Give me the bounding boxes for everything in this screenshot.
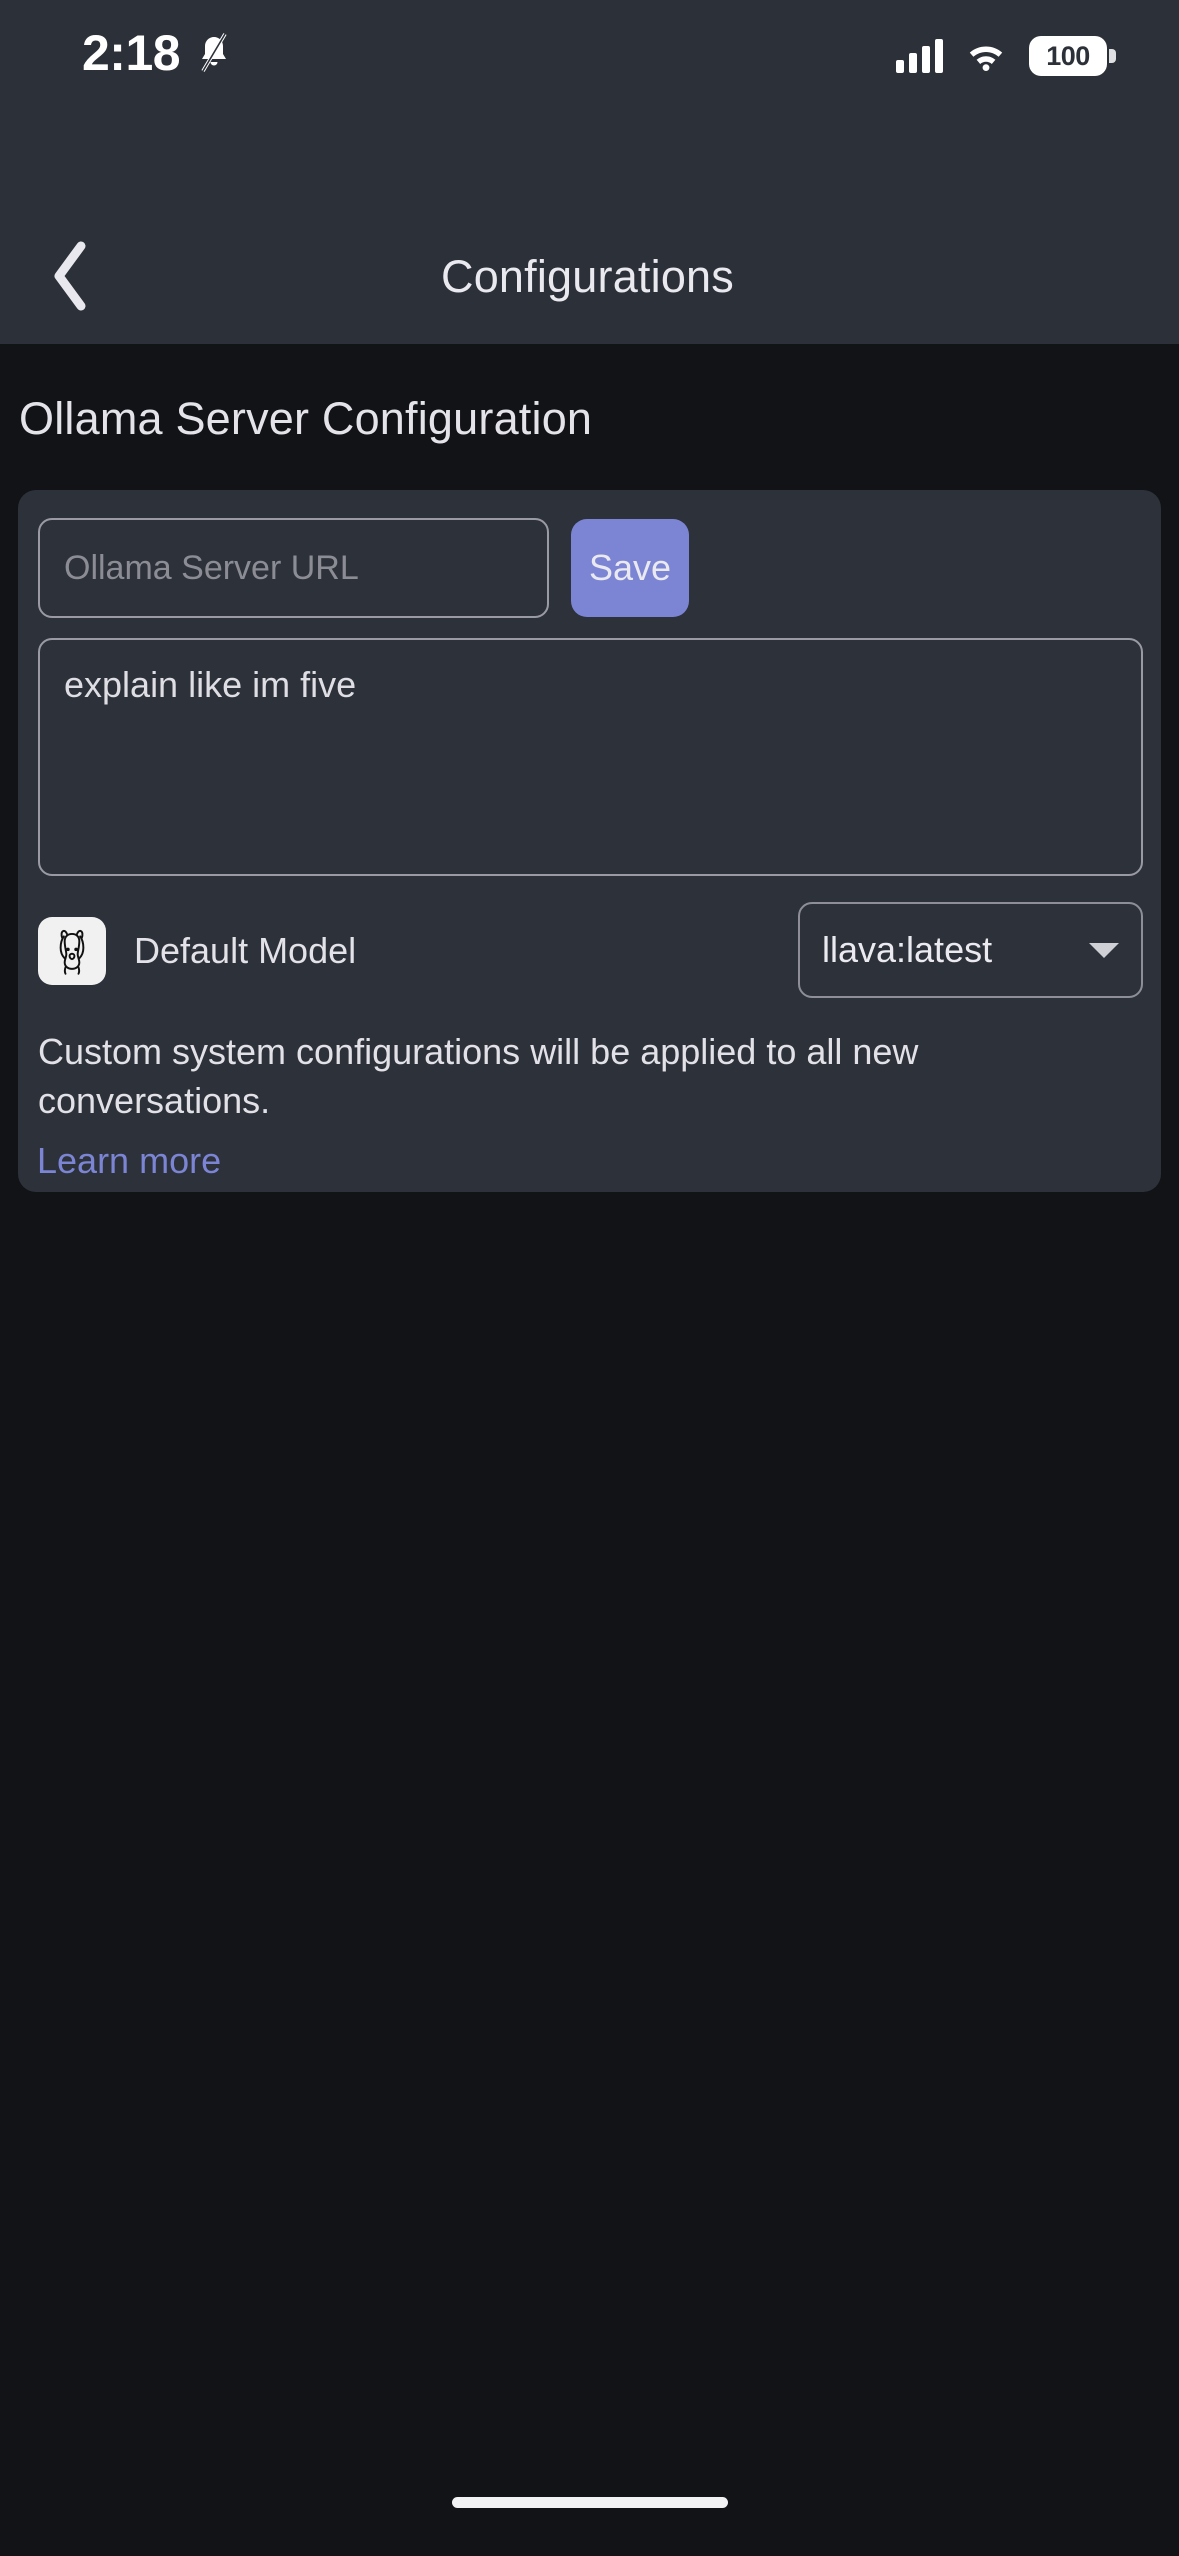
default-model-label: Default Model (134, 930, 357, 971)
cellular-signal-icon (896, 39, 943, 73)
section-title: Ollama Server Configuration (19, 393, 593, 444)
save-button[interactable]: Save (571, 519, 689, 617)
phone-screen: 2:18 100 Configurations Ollama Server Co… (0, 0, 1179, 2556)
chevron-down-icon (1089, 942, 1119, 958)
page-title: Configurations (441, 251, 734, 302)
bell-muted-icon (194, 31, 234, 75)
battery-indicator: 100 (1029, 36, 1116, 76)
default-model-value: llava:latest (822, 929, 993, 970)
learn-more-link[interactable]: Learn more (37, 1140, 221, 1182)
battery-level: 100 (1046, 40, 1090, 71)
system-prompt-textarea[interactable] (38, 638, 1143, 876)
default-model-row: Default Model llava:latest (38, 902, 1143, 1000)
server-config-card: Save (18, 490, 1161, 1192)
status-bar: 2:18 100 (0, 0, 1179, 210)
wifi-icon (969, 46, 1003, 71)
default-model-dropdown[interactable]: llava:latest (798, 902, 1143, 998)
status-time: 2:18 (82, 25, 181, 81)
help-text: Custom system configurations will be app… (38, 1031, 919, 1121)
page-content: Ollama Server Configuration Save (0, 344, 1179, 2556)
home-indicator[interactable] (451, 2497, 728, 2508)
ollama-server-url-input[interactable] (38, 518, 549, 618)
status-bar-left: 2:18 (82, 28, 234, 78)
llama-avatar-icon (38, 917, 106, 985)
server-url-row: Save (38, 518, 1143, 618)
nav-bar: Configurations (0, 210, 1179, 344)
status-bar-right: 100 (896, 36, 1116, 76)
